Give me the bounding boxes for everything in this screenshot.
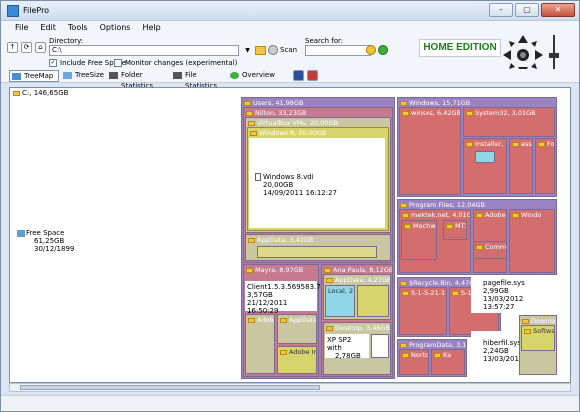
file-icon xyxy=(255,173,261,181)
treemap-block-sid1[interactable]: S-1-5-21-1 xyxy=(399,287,447,335)
tab-file-statistics[interactable]: File Statistics xyxy=(171,70,225,90)
status-bar xyxy=(1,395,579,411)
overview-icon xyxy=(230,72,239,79)
include-free-space-checkbox[interactable]: ✓ xyxy=(49,59,57,67)
treemap-block-appdata-sub[interactable] xyxy=(257,246,377,258)
tab-treemap[interactable]: TreeMap xyxy=(9,70,59,82)
maximize-button[interactable]: ▢ xyxy=(515,3,539,17)
treemap-root-label: C:, 146,65GB xyxy=(13,89,68,97)
free-space-icon xyxy=(17,230,25,237)
treemap-block-installer[interactable]: Installer, 2 xyxy=(463,138,507,194)
treemap-block-adobe[interactable]: Adobe xyxy=(245,314,275,374)
tab-treesize-label: TreeSize xyxy=(75,71,104,79)
treemap-block-appdata2-sub[interactable] xyxy=(357,285,389,317)
treesize-icon xyxy=(63,72,72,79)
treemap-block-system32[interactable]: System32, 3,01GB xyxy=(463,107,555,137)
treemap-block-ka[interactable]: Ka xyxy=(431,349,465,375)
treemap-block-for[interactable]: For xyxy=(535,138,555,194)
scan-button[interactable]: Scan xyxy=(280,46,297,54)
file-client-7z[interactable]: Client1.5.3.569583.7z 3,57GB 21/12/2011 … xyxy=(245,281,324,315)
minimize-button[interactable]: – xyxy=(489,3,513,17)
home-icon[interactable]: ⌂ xyxy=(35,42,46,53)
tab-folder-statistics[interactable]: Folder Statistics xyxy=(107,70,167,90)
treemap-block-windo[interactable]: Windo xyxy=(509,209,555,273)
monitor-changes-checkbox[interactable] xyxy=(114,59,122,67)
menu-edit[interactable]: Edit xyxy=(34,21,62,35)
treemap-block-common[interactable]: Commor xyxy=(473,241,507,259)
treemap-block-assem[interactable]: assem xyxy=(509,138,533,194)
treemap-block-adobe-iri[interactable]: Adobe Iri xyxy=(277,346,317,374)
monitor-changes-option[interactable]: Monitor changes (experimental) xyxy=(114,59,237,67)
treemap-block-local[interactable]: Local, 2 xyxy=(325,285,355,317)
folder-statistics-icon xyxy=(109,72,118,79)
directory-label: Directory: xyxy=(49,37,84,45)
treemap-block-installer-sub[interactable] xyxy=(475,151,495,163)
scan-icon[interactable] xyxy=(268,45,278,55)
file-hiberfil[interactable]: hiberfil.sys 2,24GB 13/03/2012 xyxy=(471,331,523,375)
edition-badge: HOME EDITION xyxy=(419,39,501,57)
export-icon[interactable] xyxy=(307,70,318,81)
view-tabs: TreeMap TreeSize Folder Statistics File … xyxy=(1,69,579,90)
search-label: Search for: xyxy=(305,37,344,45)
search-go-icon[interactable] xyxy=(378,45,388,55)
window-title: FilePro xyxy=(23,6,50,15)
treemap-block-nortc[interactable]: Nortc xyxy=(399,349,429,375)
refresh-icon[interactable]: ⟳ xyxy=(21,42,32,53)
file-windows8-vdi[interactable]: Windows 8.vdi 20,00GB 14/09/2011 16:12:2… xyxy=(249,138,385,228)
treemap-icon xyxy=(12,73,21,80)
tab-treemap-label: TreeMap xyxy=(24,72,54,80)
file-statistics-icon xyxy=(173,72,182,79)
zoom-slider-handle[interactable] xyxy=(549,53,559,58)
menu-file[interactable]: File xyxy=(9,21,34,35)
treemap-block-mechwar[interactable]: Mechwar xyxy=(401,220,437,260)
horizontal-scrollbar[interactable] xyxy=(9,383,571,392)
directory-input[interactable]: C:\ xyxy=(49,45,239,56)
monitor-changes-label: Monitor changes (experimental) xyxy=(125,59,238,67)
file-xp-sp2[interactable]: XP SP2 with 2,78GB xyxy=(325,334,369,360)
file-pagefile[interactable]: pagefile.sys 2,99GB 13/03/2012 13:57:27 xyxy=(471,277,555,313)
treemap-block-software[interactable]: Software, xyxy=(521,325,555,351)
tab-overview[interactable]: Overview xyxy=(228,70,275,82)
search-help-icon[interactable] xyxy=(366,45,376,55)
menu-options[interactable]: Options xyxy=(94,21,137,35)
treemap-block-mtx[interactable]: MTX, 1 xyxy=(443,220,467,240)
tab-overview-label: Overview xyxy=(242,71,275,79)
save-icon[interactable] xyxy=(293,70,304,81)
tab-treesize[interactable]: TreeSize xyxy=(61,70,107,82)
menu-help[interactable]: Help xyxy=(136,21,166,35)
up-folder-icon[interactable]: ↑ xyxy=(7,42,18,53)
search-input[interactable] xyxy=(305,45,371,56)
title-bar: FilePro – ▢ ✕ xyxy=(1,1,579,21)
free-space-info: Free Space 61,25GB 30/12/1899 xyxy=(26,229,75,253)
menu-bar: File Edit Tools Options Help xyxy=(1,21,579,35)
treemap-block-winsxs[interactable]: winsxs, 6,42GB xyxy=(399,107,461,195)
close-button[interactable]: ✕ xyxy=(541,3,575,17)
menu-tools[interactable]: Tools xyxy=(62,21,94,35)
app-window: FilePro – ▢ ✕ File Edit Tools Options He… xyxy=(0,0,580,412)
window-controls: – ▢ ✕ xyxy=(489,3,575,17)
scrollbar-thumb[interactable] xyxy=(20,385,320,390)
directory-dropdown-icon[interactable]: ▼ xyxy=(243,46,252,55)
treemap-block-appdata3[interactable]: AppData, 2 xyxy=(277,314,317,344)
browse-folder-icon[interactable] xyxy=(255,46,266,55)
app-icon xyxy=(7,5,19,17)
treemap-block-xp-iso[interactable] xyxy=(371,334,389,358)
